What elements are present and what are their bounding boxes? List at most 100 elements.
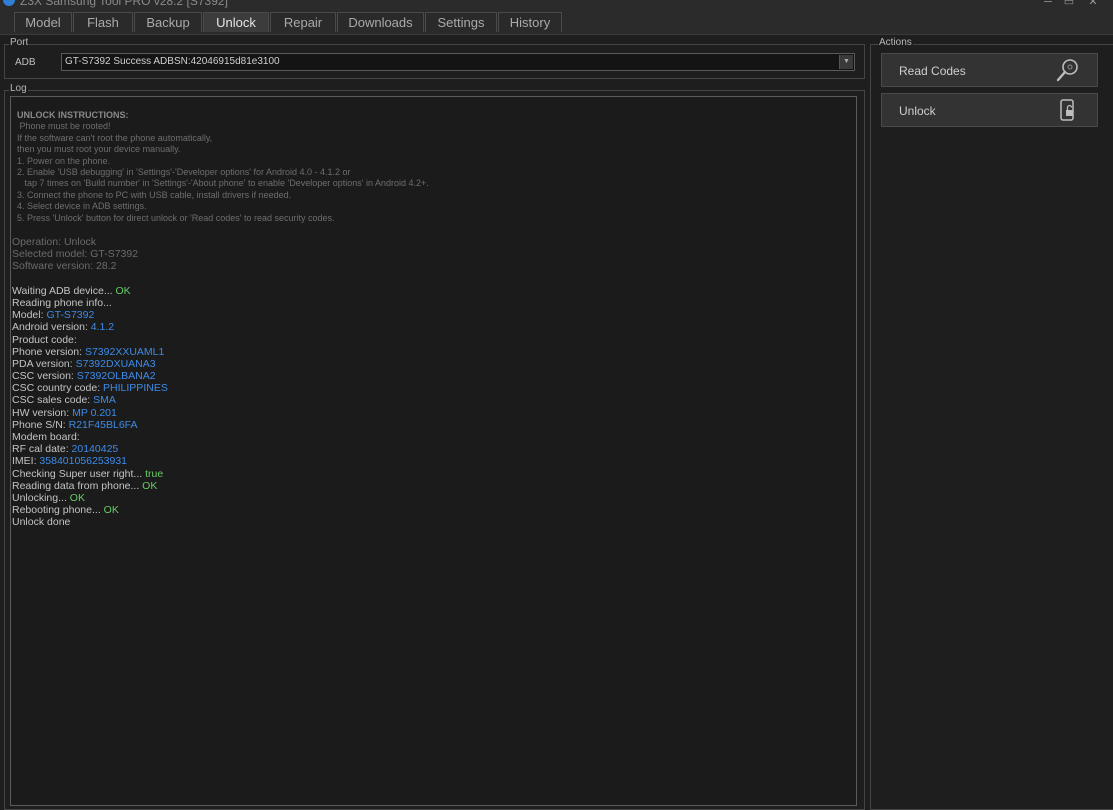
app-icon [3,0,15,6]
log-line: RF cal date: 20140425 [12,443,168,455]
log-line-value: GT-S7392 [46,309,95,322]
tab-model[interactable]: Model [14,12,72,32]
instruction-line: tap 7 times on 'Build number' in 'Settin… [17,178,429,189]
log-line-label: Phone S/N: [12,418,69,431]
log-line-label: Waiting ADB device... [12,284,116,297]
tab-repair[interactable]: Repair [270,12,336,32]
log-line: Unlocking... OK [12,492,168,504]
port-select[interactable]: GT-S7392 Success ADBSN:42046915d81e3100 … [61,53,855,71]
log-line: Reading phone info... [12,297,168,309]
log-line-value: OK [115,284,131,297]
tab-settings[interactable]: Settings [425,12,497,32]
tab-downloads[interactable]: Downloads [337,12,424,32]
log-group-label: Log [9,83,28,94]
log-line: CSC sales code: SMA [12,394,168,406]
log-line-label: Reading data from phone... [12,479,143,492]
port-group-label: Port [9,37,30,48]
log-line-value: R21F45BL6FA [68,418,138,431]
minimize-button[interactable]: ─ [1038,0,1058,9]
log-line-label: Modem board: [12,431,80,443]
log-line-value: 358401056253931 [39,455,128,468]
log-line-value: 4.1.2 [90,321,115,334]
log-line-value: OK [103,504,119,517]
instruction-line: 3. Connect the phone to PC with USB cabl… [17,189,292,200]
title-bar: Z3X Samsung Tool PRO v28.2 [S7392] ─ ▭ ✕ [0,0,1113,10]
log-line-label: Android version: [12,321,91,334]
log-line-label: Unlocking... [12,491,70,504]
log-lines: Operation: Unlock Selected model: GT-S73… [12,236,168,529]
log-line-value: true [145,467,164,480]
instruction-line: Phone must be rooted! [17,121,111,132]
log-line: PDA version: S7392DXUANA3 [12,358,168,370]
adb-label: ADB [15,57,36,68]
port-select-value: GT-S7392 Success ADBSN:42046915d81e3100 [65,56,280,67]
log-line: Reading data from phone... OK [12,480,168,492]
instruction-line: 5. Press 'Unlock' button for direct unlo… [17,212,335,223]
magnifier-icon [1056,59,1078,82]
unlock-instructions: UNLOCK INSTRUCTIONS: Phone must be roote… [17,110,429,224]
log-line-label: HW version: [12,406,73,419]
instruction-line: 2. Enable 'USB debugging' in 'Settings'-… [17,167,351,178]
tab-flash[interactable]: Flash [73,12,133,32]
read-codes-label: Read Codes [899,64,966,78]
log-line: Unlock done [12,516,168,528]
instruction-line: If the software can't root the phone aut… [17,132,213,143]
software-version-line: Software version: 28.2 [12,260,117,273]
log-line-value: 20140425 [71,443,119,456]
log-line-value: MP 0.201 [72,406,117,419]
tab-bar: Model Flash Backup Unlock Repair Downloa… [0,10,1113,35]
tab-history[interactable]: History [498,12,562,32]
log-line-value: SMA [93,394,116,407]
actions-group [870,44,1113,810]
log-line-label: PDA version: [12,357,76,370]
log-line: Checking Super user right... true [12,468,168,480]
actions-group-label: Actions [878,37,913,48]
close-button[interactable]: ✕ [1083,0,1103,9]
instruction-line: 1. Power on the phone. [17,155,111,166]
log-line: Rebooting phone... OK [12,504,168,516]
log-line-label: Model: [12,309,47,322]
tab-backup[interactable]: Backup [134,12,202,32]
log-line-value: OK [69,491,85,504]
log-line-label: Checking Super user right... [12,467,146,480]
log-line-label: Unlock done [12,516,71,529]
instruction-line: 4. Select device in ADB settings. [17,201,147,212]
log-line-label: RF cal date: [12,443,72,456]
window-title: Z3X Samsung Tool PRO v28.2 [S7392] [20,0,228,8]
log-line: Phone S/N: R21F45BL6FA [12,419,168,431]
instruction-line: then you must root your device manually. [17,144,181,155]
maximize-button[interactable]: ▭ [1059,0,1079,9]
log-line-value: S7392OLBANA2 [76,370,156,383]
log-line-label: CSC version: [12,370,77,383]
log-line: Modem board: [12,431,168,443]
log-line-value: PHILIPPINES [103,382,168,395]
log-line-label: Phone version: [12,345,85,358]
operation-line: Operation: Unlock [12,236,97,248]
log-output[interactable]: UNLOCK INSTRUCTIONS: Phone must be roote… [10,96,857,806]
unlock-label: Unlock [899,104,936,118]
tab-unlock[interactable]: Unlock [203,12,269,32]
log-line: Product code: [12,334,168,346]
log-line: Model: GT-S7392 [12,309,168,321]
log-line: IMEI: 358401056253931 [12,455,168,467]
log-line-label: CSC country code: [12,382,104,395]
log-line-label: CSC sales code: [12,394,94,407]
selected-model-line: Selected model: GT-S7392 [12,248,139,261]
log-line: Waiting ADB device... OK [12,285,168,297]
instructions-header: UNLOCK INSTRUCTIONS: [17,110,129,120]
log-line: Android version: 4.1.2 [12,321,168,333]
log-line-label: IMEI: [12,455,40,468]
read-codes-button[interactable]: Read Codes [881,53,1098,87]
log-line: CSC version: S7392OLBANA2 [12,370,168,382]
log-line-value: OK [142,479,158,492]
log-line: CSC country code: PHILIPPINES [12,382,168,394]
unlock-button[interactable]: Unlock [881,93,1098,127]
log-line-label: Rebooting phone... [12,504,104,517]
log-line-label: Product code: [12,333,77,346]
chevron-down-icon[interactable]: ▼ [839,55,853,69]
log-line-value: S7392DXUANA3 [75,357,156,370]
log-line: Phone version: S7392XXUAML1 [12,346,168,358]
log-line-label: Reading phone info... [12,296,112,309]
phone-unlock-icon [1060,99,1074,121]
log-line: HW version: MP 0.201 [12,407,168,419]
